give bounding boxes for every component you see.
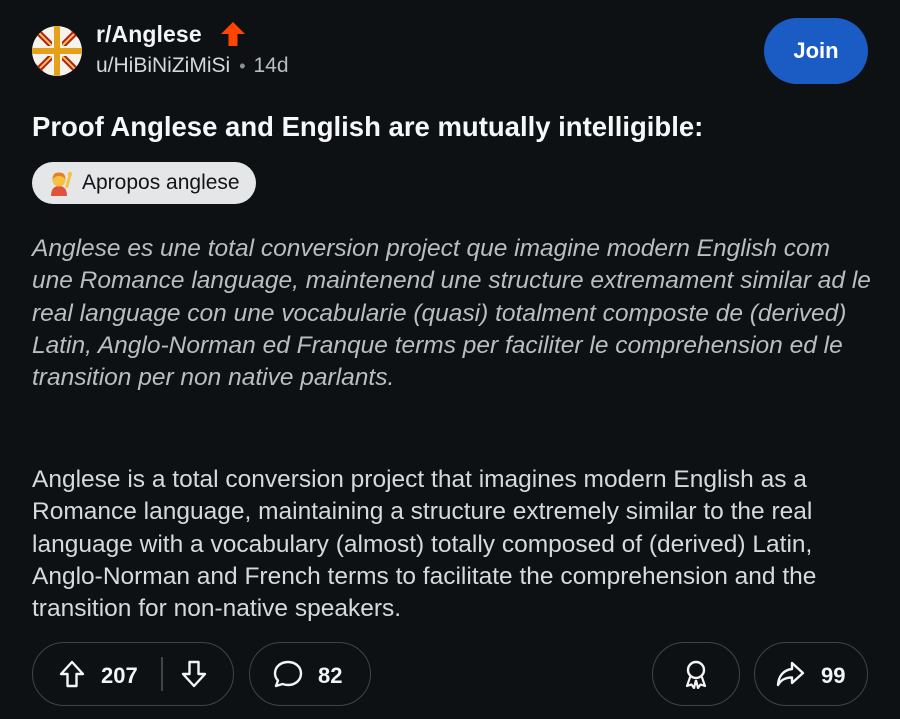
meta-separator: • bbox=[239, 55, 246, 76]
subreddit-name[interactable]: r/Anglese bbox=[96, 21, 202, 48]
join-button[interactable]: Join bbox=[764, 18, 868, 84]
author-name[interactable]: u/HiBiNiZiMiSi bbox=[96, 54, 230, 78]
vote-control: 207 bbox=[32, 642, 234, 706]
trending-up-arrow-icon bbox=[220, 21, 246, 47]
author-row: u/HiBiNiZiMiSi • 14d bbox=[96, 54, 289, 78]
share-button[interactable]: 99 bbox=[754, 642, 868, 706]
comments-button[interactable]: 82 bbox=[249, 642, 371, 706]
flair-label: Apropos anglese bbox=[82, 171, 240, 194]
union-jack-avatar-icon bbox=[32, 26, 82, 76]
award-icon bbox=[681, 659, 711, 690]
english-paragraph: Anglese is a total conversion project th… bbox=[32, 466, 817, 623]
vote-divider bbox=[161, 657, 163, 691]
post-age: 14d bbox=[253, 54, 289, 77]
downvote-icon[interactable] bbox=[179, 659, 209, 689]
share-count: 99 bbox=[821, 663, 846, 688]
person-raising-hand-icon bbox=[46, 170, 73, 196]
anglese-paragraph: Anglese es une total conversion project … bbox=[32, 235, 871, 392]
post-header: r/Anglese u/HiBiNiZiMiSi • 14d Join bbox=[32, 18, 868, 84]
comment-bubble-icon bbox=[272, 659, 303, 689]
subreddit-avatar[interactable] bbox=[32, 26, 82, 76]
comment-count: 82 bbox=[318, 663, 343, 688]
post-title[interactable]: Proof Anglese and English are mutually i… bbox=[32, 108, 872, 146]
post-action-bar: 207 82 99 bbox=[32, 642, 868, 708]
award-button[interactable] bbox=[652, 642, 740, 706]
upvote-count: 207 bbox=[101, 663, 138, 688]
share-icon bbox=[775, 659, 805, 689]
post-flair[interactable]: Apropos anglese bbox=[32, 162, 256, 204]
subreddit-row: r/Anglese bbox=[96, 18, 289, 50]
upvote-icon[interactable] bbox=[57, 659, 87, 689]
post-meta: r/Anglese u/HiBiNiZiMiSi • 14d bbox=[96, 18, 289, 78]
